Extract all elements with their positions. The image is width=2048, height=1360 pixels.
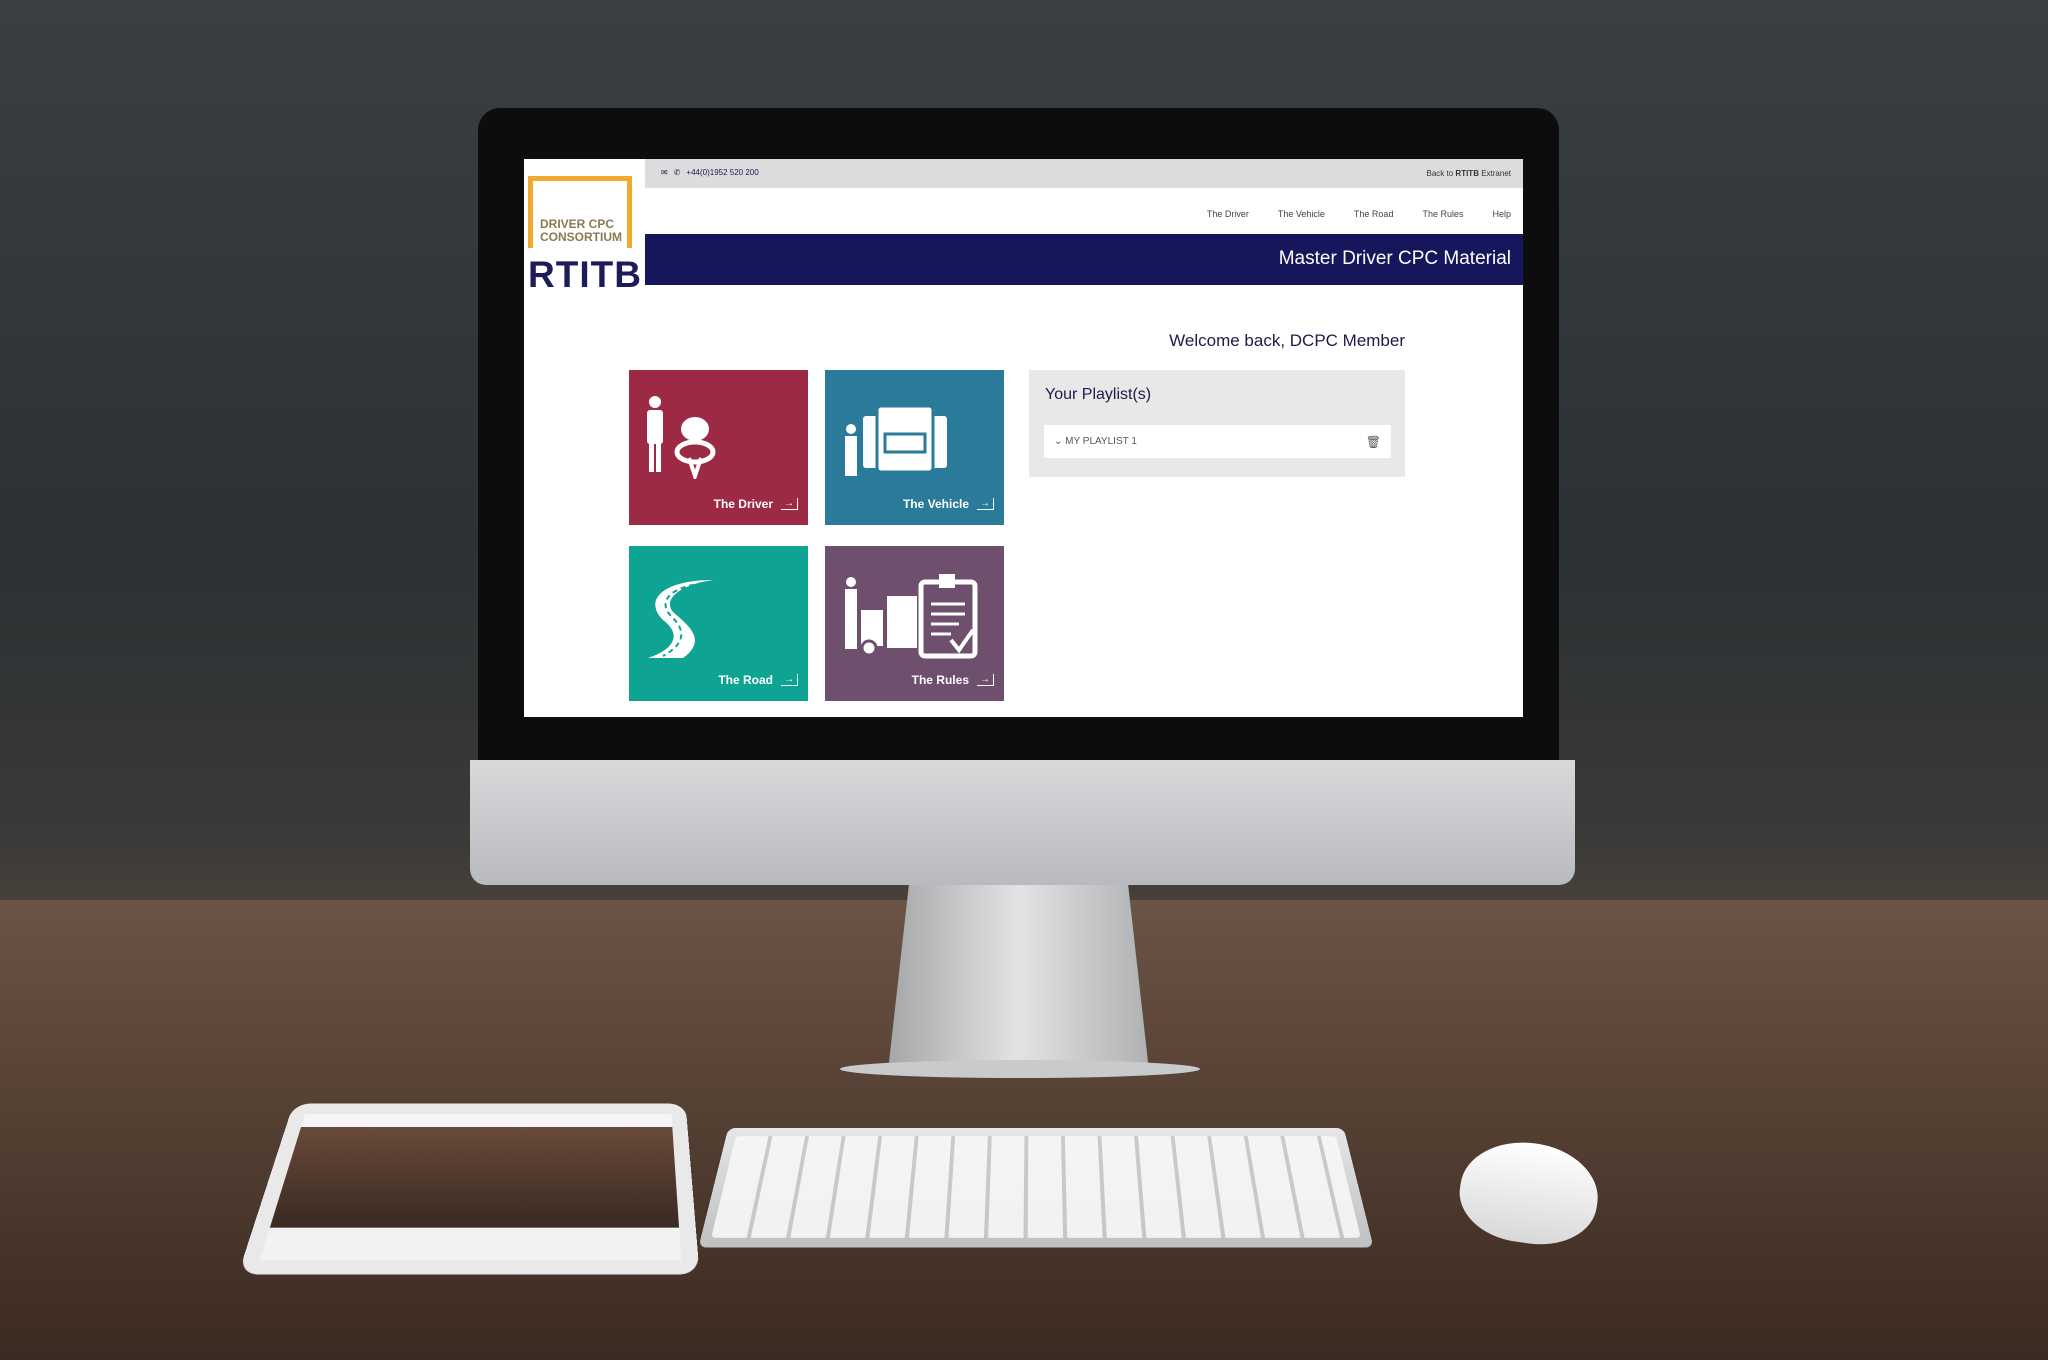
tablet [237,1103,700,1275]
tile-label: The Driver → [714,497,798,511]
back-suffix: Extranet [1478,169,1511,178]
phone-number[interactable]: +44(0)1952 520 200 [686,168,758,177]
page-title: Master Driver CPC Material [1278,248,1511,269]
tile-label: The Rules → [912,673,994,687]
back-to-extranet-link[interactable]: Back to RTITB Extranet [1427,169,1511,178]
nav-the-driver[interactable]: The Driver [1207,209,1249,219]
back-brand: RTITB [1455,169,1479,178]
tile-label-text: The Road [718,673,773,687]
top-bar: ✉ ✆ +44(0)1952 520 200 Back to RTITB Ext… [645,159,1523,188]
nav-the-road[interactable]: The Road [1354,209,1394,219]
rules-clipboard-icon [845,574,978,659]
driver-steering-icon [647,396,716,479]
playlist-panel: Your Playlist(s) ⌄ MY PLAYLIST 1 🗑 [1029,370,1405,477]
phone-icon: ✆ [673,168,681,177]
tile-the-vehicle[interactable]: The Vehicle → [825,370,1004,525]
nav-the-rules[interactable]: The Rules [1422,209,1463,219]
keyboard-keys [711,1136,1361,1238]
monitor-foot [840,1060,1200,1078]
logo-line1: DRIVER CPC [540,217,615,231]
trash-icon[interactable]: 🗑 [1366,435,1381,449]
nav-the-vehicle[interactable]: The Vehicle [1278,209,1325,219]
trucks-icon [845,404,947,476]
website-screen: DRIVER CPC CONSORTIUM RTITB ✉ ✆ +44(0)195… [524,159,1523,717]
logo[interactable]: DRIVER CPC CONSORTIUM RTITB [528,176,641,295]
arrow-right-icon: → [781,674,798,686]
playlist-item-row: ⌄ MY PLAYLIST 1 [1054,436,1137,447]
tile-label-text: The Rules [911,673,969,687]
tile-label-text: The Driver [713,497,773,511]
playlist-item[interactable]: ⌄ MY PLAYLIST 1 🗑 [1044,425,1391,458]
envelope-icon[interactable]: ✉ [661,168,668,177]
back-prefix: Back to [1426,169,1456,178]
nav-help[interactable]: Help [1492,209,1511,219]
tablet-screen [259,1114,682,1261]
arrow-right-icon: → [977,498,994,510]
playlist-title: Your Playlist(s) [1045,386,1152,403]
monitor-stand [888,885,1149,1071]
logo-line2: CONSORTIUM [540,230,622,244]
tile-label: The Road → [718,673,798,687]
tile-label: The Vehicle → [903,497,994,511]
tile-the-driver[interactable]: The Driver → [629,370,808,525]
logo-brand: RTITB [528,254,642,295]
page-banner: Master Driver CPC Material [645,234,1523,285]
tile-the-road[interactable]: The Road → [629,546,808,701]
road-icon [648,580,713,658]
monitor-chin [470,760,1575,885]
main-nav: The Driver The Vehicle The Road The Rule… [1207,209,1511,219]
logo-text: DRIVER CPC CONSORTIUM [540,218,622,244]
contact-info: ✉ ✆ +44(0)1952 520 200 [661,168,759,177]
chevron-down-icon[interactable]: ⌄ [1054,436,1062,447]
tile-label-text: The Vehicle [902,497,969,511]
arrow-right-icon: → [781,498,798,510]
arrow-right-icon: → [977,674,994,686]
welcome-message: Welcome back, DCPC Member [1169,331,1405,350]
keyboard [698,1127,1374,1248]
tile-the-rules[interactable]: The Rules → [825,546,1004,701]
playlist-name: MY PLAYLIST 1 [1065,436,1137,447]
